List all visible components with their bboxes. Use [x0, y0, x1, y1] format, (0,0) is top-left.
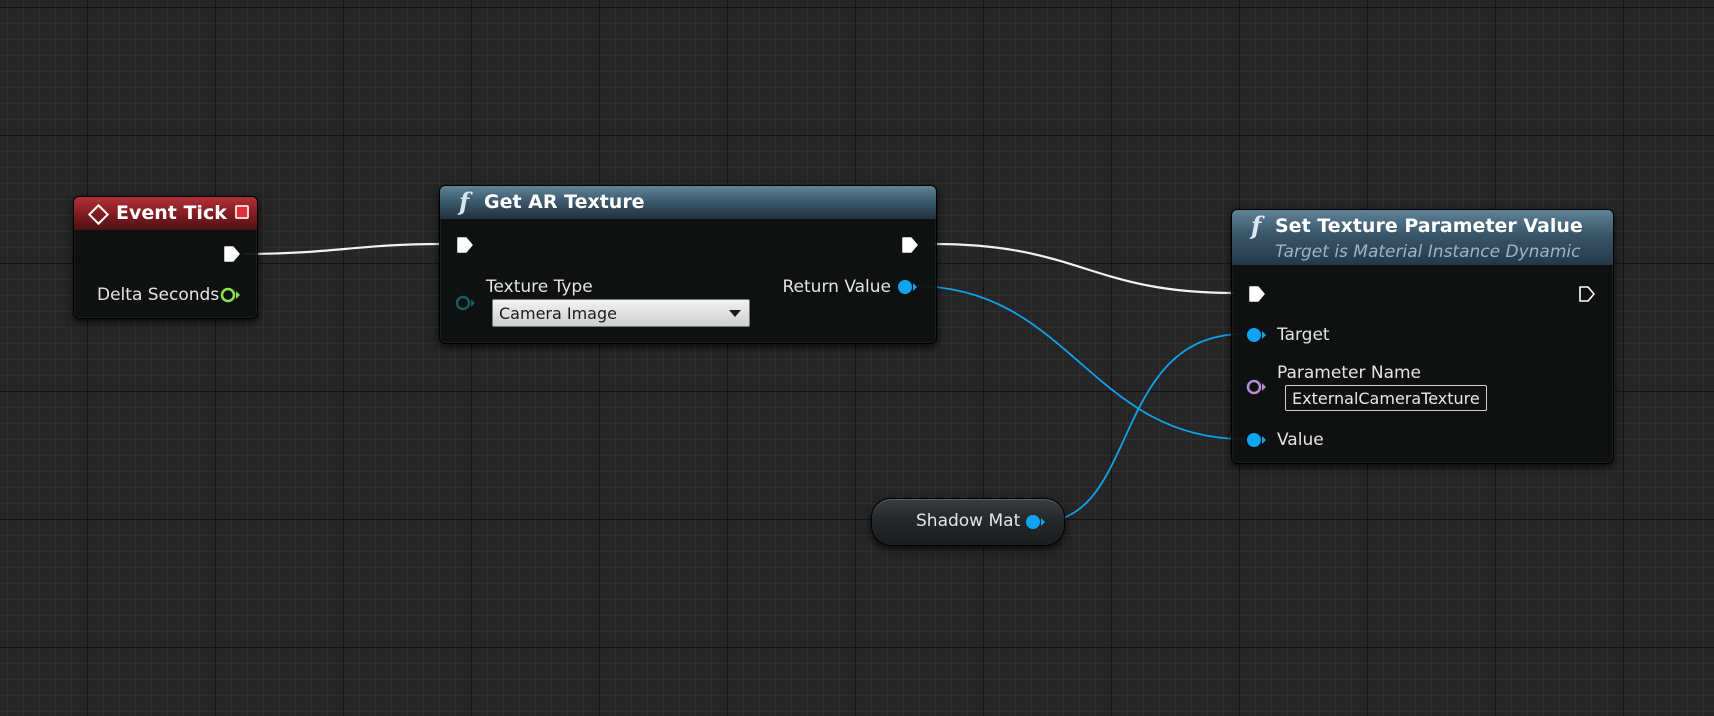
event-tick-header[interactable]: Event Tick — [74, 197, 257, 230]
get-ar-texture-header[interactable]: f Get AR Texture — [440, 186, 936, 219]
return-value-label: Return Value — [782, 277, 892, 297]
exec-in-pin[interactable] — [1249, 285, 1265, 303]
data-wire-return-value-to-value[interactable] — [913, 285, 1245, 440]
get-ar-texture-node[interactable]: f Get AR Texture Texture Type Camera Ima… — [439, 185, 937, 344]
exec-out-pin[interactable] — [1579, 285, 1595, 303]
shadow-mat-variable-node[interactable]: Shadow Mat — [871, 498, 1065, 546]
function-icon: f — [459, 187, 470, 216]
exec-in-pin[interactable] — [457, 236, 473, 254]
exec-out-pin[interactable] — [224, 245, 240, 263]
target-label: Target — [1277, 325, 1330, 345]
event-tick-node[interactable]: Event Tick Delta Seconds — [73, 196, 258, 319]
set-texture-parameter-subtitle: Target is Material Instance Dynamic — [1275, 242, 1581, 262]
shadow-mat-label: Shadow Mat — [916, 511, 1021, 531]
texture-type-dropdown[interactable]: Camera Image — [492, 299, 750, 327]
stop-icon — [235, 205, 249, 219]
set-texture-parameter-header[interactable]: f Set Texture Parameter Value Target is … — [1232, 210, 1613, 265]
function-icon: f — [1251, 211, 1262, 240]
event-tick-title: Event Tick — [116, 202, 227, 224]
delta-seconds-pin[interactable] — [219, 286, 241, 304]
chevron-down-icon — [729, 310, 741, 317]
delta-seconds-label: Delta Seconds — [97, 285, 220, 305]
blueprint-graph-canvas[interactable]: Event Tick Delta Seconds f Get AR Textur… — [0, 0, 1714, 716]
value-label: Value — [1277, 430, 1324, 450]
target-pin[interactable] — [1245, 326, 1267, 344]
exec-out-pin[interactable] — [902, 236, 918, 254]
texture-type-value: Camera Image — [499, 304, 617, 323]
parameter-name-input[interactable]: ExternalCameraTexture — [1285, 385, 1487, 411]
texture-type-label: Texture Type — [486, 277, 593, 297]
event-diamond-icon — [87, 203, 110, 226]
value-pin[interactable] — [1245, 431, 1267, 449]
texture-type-pin[interactable] — [454, 294, 476, 312]
exec-wire-get-ar-texture-to-set-texture[interactable] — [933, 242, 1235, 295]
return-value-pin[interactable] — [896, 278, 918, 296]
set-texture-parameter-node[interactable]: f Set Texture Parameter Value Target is … — [1231, 209, 1614, 464]
exec-wire-tick-to-get-ar-texture[interactable] — [242, 242, 441, 256]
parameter-name-label: Parameter Name — [1277, 363, 1422, 383]
parameter-name-pin[interactable] — [1245, 378, 1267, 396]
shadow-mat-pin[interactable] — [1024, 513, 1046, 531]
data-wire-shadow-mat-to-target[interactable] — [1039, 333, 1245, 523]
set-texture-parameter-title: Set Texture Parameter Value — [1275, 215, 1583, 237]
get-ar-texture-title: Get AR Texture — [484, 191, 645, 213]
